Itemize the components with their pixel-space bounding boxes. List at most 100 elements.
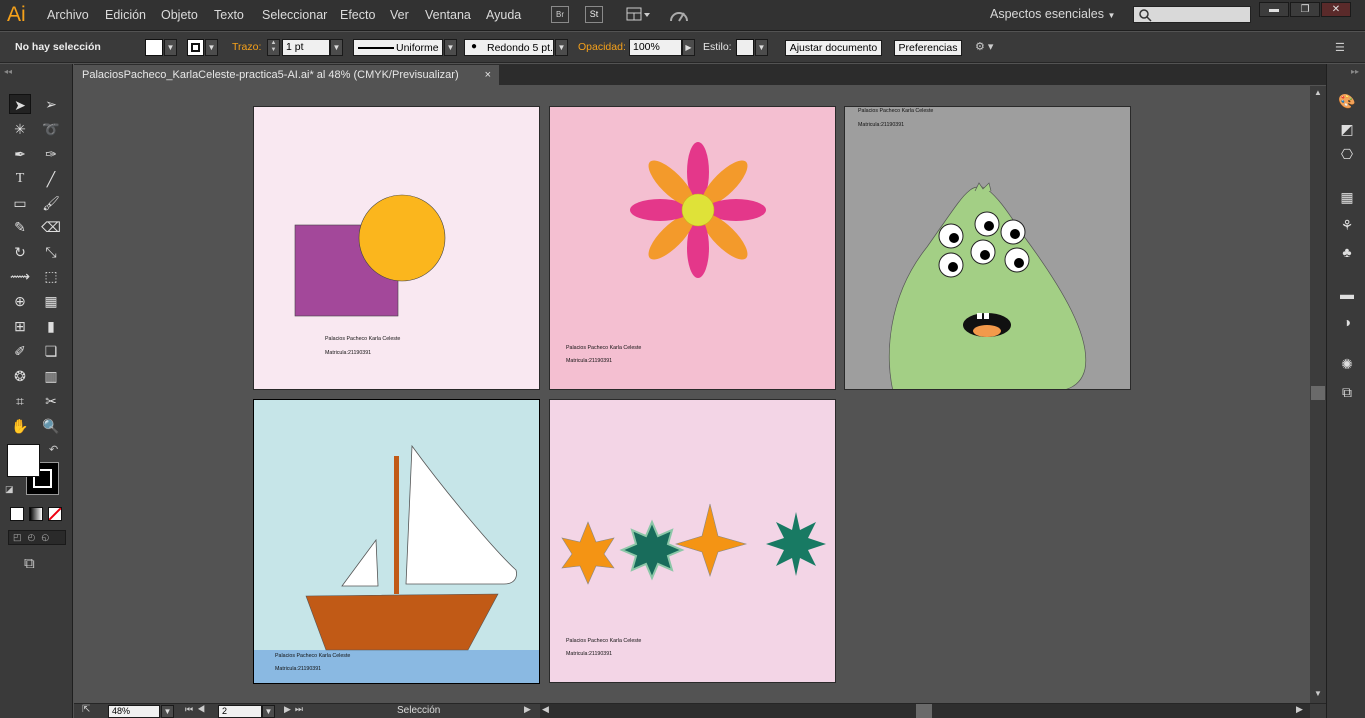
restore-button[interactable]: ❐: [1290, 2, 1320, 17]
selection-tool-icon[interactable]: ➤: [9, 94, 31, 114]
scroll-down-icon[interactable]: ▼: [1314, 689, 1322, 698]
column-graph-tool-icon[interactable]: ▥: [40, 366, 62, 386]
shaper-tool-icon[interactable]: ✎: [9, 217, 31, 237]
vertical-scrollbar[interactable]: ▲ ▼: [1310, 86, 1326, 703]
lasso-tool-icon[interactable]: ➰: [40, 119, 62, 139]
menu-ayuda[interactable]: Ayuda: [486, 8, 521, 22]
zoom-dropdown[interactable]: ▼: [161, 705, 174, 718]
preferences-button[interactable]: Preferencias: [894, 40, 962, 56]
menu-edicion[interactable]: Edición: [105, 8, 146, 22]
scroll-right-icon[interactable]: ▶: [1296, 704, 1303, 715]
style-dropdown[interactable]: ▼: [755, 39, 768, 56]
rotate-tool-icon[interactable]: ↻: [9, 242, 31, 262]
paintbrush-tool-icon[interactable]: 🖌: [40, 193, 62, 213]
opacity-label[interactable]: Opacidad:: [578, 41, 626, 53]
help-search-input[interactable]: [1133, 6, 1251, 23]
symbols-panel-icon[interactable]: ♣: [1337, 242, 1357, 262]
artboard-dropdown[interactable]: ▼: [262, 705, 275, 718]
artboard-5[interactable]: Palacios Pacheco Karla Celeste Matricula…: [549, 399, 836, 683]
color-panel-icon[interactable]: 🎨: [1337, 91, 1357, 111]
width-tool-icon[interactable]: ⟿: [9, 266, 31, 286]
menu-texto[interactable]: Texto: [214, 8, 244, 22]
scroll-up-icon[interactable]: ▲: [1314, 88, 1322, 97]
stock-button[interactable]: St: [585, 6, 603, 23]
color-guide-icon[interactable]: ◩: [1337, 119, 1357, 139]
scale-tool-icon[interactable]: ⤡: [40, 242, 62, 262]
slice-tool-icon[interactable]: ✂: [40, 391, 62, 411]
eraser-tool-icon[interactable]: ⌫: [40, 217, 62, 237]
menu-efecto[interactable]: Efecto: [340, 8, 375, 22]
swatches-panel-icon[interactable]: ▦: [1337, 187, 1357, 207]
shape-builder-tool-icon[interactable]: ⊕: [9, 291, 31, 311]
stroke-swatch[interactable]: [187, 39, 204, 56]
curvature-tool-icon[interactable]: ✑: [40, 144, 62, 164]
gradient-mode-icon[interactable]: [29, 507, 43, 521]
close-window-button[interactable]: ✕: [1321, 2, 1351, 17]
style-swatch[interactable]: [736, 39, 754, 56]
none-mode-icon[interactable]: [48, 507, 62, 521]
artboard-2[interactable]: Palacios Pacheco Karla Celeste Matricula…: [549, 106, 836, 390]
hand-tool-icon[interactable]: ✋: [9, 416, 31, 436]
type-tool-icon[interactable]: T: [9, 169, 31, 189]
stroke-dropdown[interactable]: ▼: [205, 39, 218, 56]
zoom-tool-icon[interactable]: 🔍: [40, 416, 62, 436]
gradient-tool-icon[interactable]: ▮: [40, 316, 62, 336]
stroke-label[interactable]: Trazo:: [232, 41, 261, 53]
variable-width-profile[interactable]: Uniforme: [353, 39, 443, 56]
document-tab[interactable]: PalaciosPacheco_KarlaCeleste-practica5-A…: [74, 65, 499, 86]
status-menu-icon[interactable]: ▶: [524, 704, 531, 715]
first-prev-artboard-icons[interactable]: ⏮◀: [185, 704, 209, 715]
vertical-scroll-thumb[interactable]: [1311, 386, 1325, 400]
swap-colors-icon[interactable]: ↶: [49, 443, 58, 456]
magic-wand-tool-icon[interactable]: ✳: [9, 119, 31, 139]
stroke-stepper[interactable]: ▲ ▼: [267, 39, 280, 56]
share-icon[interactable]: ⇱: [82, 704, 90, 715]
scroll-left-icon[interactable]: ◀: [542, 704, 549, 715]
arrange-documents-icon[interactable]: [626, 7, 652, 23]
bridge-button[interactable]: Br: [551, 6, 569, 23]
layers-panel-icon[interactable]: ⧉: [1337, 382, 1357, 402]
zoom-field[interactable]: 48%: [108, 705, 160, 718]
minimize-button[interactable]: ▬: [1259, 2, 1289, 17]
rectangle-tool-icon[interactable]: ▭: [9, 193, 31, 213]
default-colors-icon[interactable]: ◪: [5, 484, 14, 495]
appearance-panel-icon[interactable]: ✺: [1337, 354, 1357, 374]
direct-selection-tool-icon[interactable]: ➢: [40, 94, 62, 114]
horizontal-scroll-thumb[interactable]: [916, 704, 932, 718]
brush-definition[interactable]: ● Redondo 5 pt.: [464, 39, 554, 56]
next-last-artboard-icons[interactable]: ▶⏭: [284, 704, 307, 715]
menu-ventana[interactable]: Ventana: [425, 8, 471, 22]
draw-mode-icons[interactable]: ◰◴◵: [8, 530, 66, 545]
expand-panels-icon[interactable]: ▸▸: [1351, 67, 1359, 76]
menu-ver[interactable]: Ver: [390, 8, 409, 22]
color-mode-icon[interactable]: [10, 507, 24, 521]
symbol-sprayer-tool-icon[interactable]: ❂: [9, 366, 31, 386]
css-properties-icon[interactable]: ⎔: [1337, 144, 1357, 164]
screen-mode-icon[interactable]: ⧉: [24, 555, 35, 572]
menu-seleccionar[interactable]: Seleccionar: [262, 8, 327, 22]
line-tool-icon[interactable]: ╱: [40, 169, 62, 189]
menu-objeto[interactable]: Objeto: [161, 8, 198, 22]
opacity-field[interactable]: 100%: [629, 39, 682, 56]
stroke-weight-dropdown[interactable]: ▼: [330, 39, 343, 56]
mesh-tool-icon[interactable]: ⊞: [9, 316, 31, 336]
gpu-performance-icon[interactable]: [668, 6, 690, 24]
fill-color-box[interactable]: [7, 444, 40, 477]
free-transform-tool-icon[interactable]: ⬚: [40, 266, 62, 286]
fill-dropdown[interactable]: ▼: [164, 39, 177, 56]
opacity-slider-button[interactable]: ▶: [682, 39, 695, 56]
artboard-3[interactable]: Palacios Pacheco Karla Celeste Matricula…: [844, 106, 1131, 390]
eyedropper-tool-icon[interactable]: ✐: [9, 341, 31, 361]
stroke-weight-field[interactable]: 1 pt: [282, 39, 330, 56]
artboard-number-field[interactable]: 2: [218, 705, 262, 718]
brushes-panel-icon[interactable]: ⚘: [1337, 215, 1357, 235]
artboard-tool-icon[interactable]: ⌗: [9, 391, 31, 411]
pen-tool-icon[interactable]: ✒: [9, 144, 31, 164]
artboard-1[interactable]: Palacios Pacheco Karla Celeste Matricula…: [253, 106, 540, 390]
transparency-panel-icon[interactable]: ◑: [1337, 312, 1357, 332]
panel-menu-icon[interactable]: ☰: [1335, 41, 1345, 54]
collapse-panel-icon[interactable]: ◂◂: [4, 67, 12, 76]
profile-dropdown[interactable]: ▼: [444, 39, 457, 56]
document-options-icon[interactable]: ⚙ ▾: [975, 40, 1005, 56]
menu-archivo[interactable]: Archivo: [47, 8, 89, 22]
